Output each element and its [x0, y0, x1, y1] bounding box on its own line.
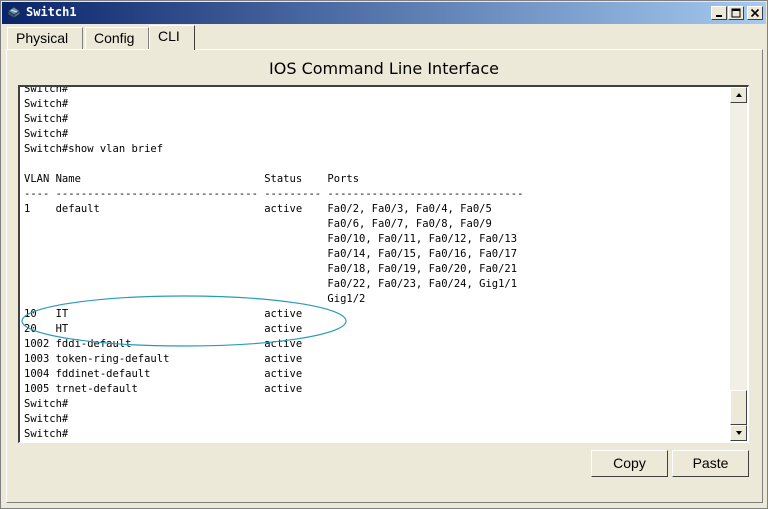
- terminal-line: Switch#: [24, 398, 69, 410]
- terminal-line: Switch#: [24, 128, 69, 140]
- terminal-line: 1 default active Fa0/2, Fa0/3, Fa0/4, Fa…: [24, 203, 492, 215]
- title-bar[interactable]: Switch1: [2, 2, 766, 24]
- terminal-line: Switch#: [24, 428, 69, 440]
- terminal-line: 1004 fddinet-default active: [24, 368, 303, 380]
- maximize-button[interactable]: [728, 6, 744, 20]
- terminal-line: 20 HT active: [24, 323, 303, 335]
- terminal-line: VLAN Name Status Ports: [24, 173, 360, 185]
- scroll-thumb[interactable]: [730, 390, 747, 425]
- terminal-line: Fa0/10, Fa0/11, Fa0/12, Fa0/13: [24, 233, 518, 245]
- switch-window: Switch1 Physical Config CLI IOS Command …: [0, 0, 768, 509]
- tab-physical[interactable]: Physical: [7, 27, 83, 49]
- arrow-up-icon: [736, 93, 742, 97]
- terminal-scrollbar[interactable]: [730, 87, 747, 441]
- terminal-line: 1003 token-ring-default active: [24, 353, 303, 365]
- switch-icon: [7, 6, 21, 19]
- terminal-line: Switch#show vlan brief: [24, 143, 164, 155]
- window-title: Switch1: [26, 5, 77, 19]
- terminal-line: Switch#: [24, 413, 69, 425]
- scroll-down-button[interactable]: [730, 425, 747, 441]
- terminal-line: Switch#: [24, 85, 69, 95]
- minimize-button[interactable]: [711, 6, 727, 20]
- maximize-icon: [731, 8, 741, 18]
- tab-cli[interactable]: CLI: [149, 25, 195, 50]
- minimize-icon: [716, 15, 722, 17]
- terminal-line: Fa0/22, Fa0/23, Fa0/24, Gig1/1: [24, 278, 518, 290]
- paste-button[interactable]: Paste: [672, 450, 749, 477]
- tab-strip: Physical Config CLI: [7, 25, 767, 50]
- tab-config[interactable]: Config: [85, 27, 149, 49]
- terminal-line: Switch#: [24, 98, 69, 110]
- arrow-down-icon: [736, 431, 742, 435]
- terminal-output[interactable]: Switch# Switch# Switch# Switch# Switch#show …: [24, 85, 524, 442]
- close-button[interactable]: [747, 6, 763, 20]
- terminal-line: Switch#: [24, 113, 69, 125]
- close-icon: [750, 8, 760, 18]
- terminal-line: 10 IT active: [24, 308, 303, 320]
- cli-heading: IOS Command Line Interface: [269, 59, 499, 78]
- terminal-line: Fa0/14, Fa0/15, Fa0/16, Fa0/17: [24, 248, 518, 260]
- terminal-line: 1005 trnet-default active: [24, 383, 303, 395]
- cli-terminal[interactable]: Switch# Switch# Switch# Switch# Switch#show …: [18, 85, 749, 443]
- terminal-line: 1002 fddi-default active: [24, 338, 303, 350]
- terminal-line: Gig1/2: [24, 293, 366, 305]
- terminal-line: ---- -------------------------------- --…: [24, 188, 524, 200]
- scroll-up-button[interactable]: [730, 87, 747, 103]
- terminal-line: Fa0/18, Fa0/19, Fa0/20, Fa0/21: [24, 263, 518, 275]
- terminal-line: Fa0/6, Fa0/7, Fa0/8, Fa0/9: [24, 218, 492, 230]
- copy-button[interactable]: Copy: [591, 450, 668, 477]
